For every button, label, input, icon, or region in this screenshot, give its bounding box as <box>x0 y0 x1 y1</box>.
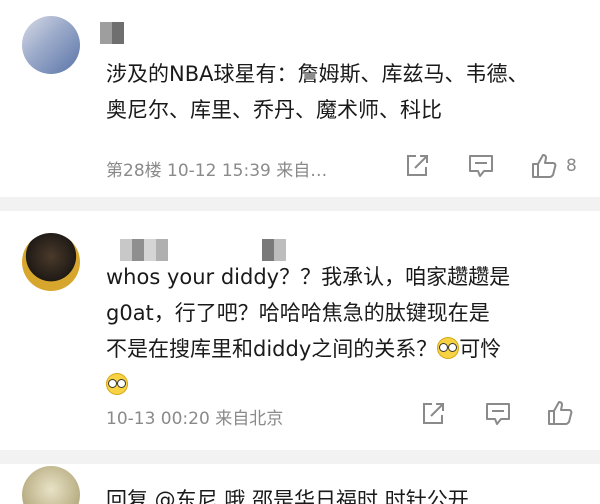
comment-text-line: 奥尼尔、库里、乔丹、魔术师、科比 <box>106 98 442 122</box>
comment-item-1: 涉及的NBA球星有：詹姆斯、库兹马、韦德、 奥尼尔、库里、乔丹、魔术师、科比 第… <box>0 0 600 197</box>
like-count: 8 <box>566 156 577 176</box>
comment-text-line: 可怜 <box>459 337 502 361</box>
comment-button[interactable] <box>467 153 495 179</box>
thumbs-up-icon <box>548 401 573 425</box>
share-icon <box>407 155 428 176</box>
comment-icon <box>469 155 493 177</box>
comment-item-3: 回复 @东尼 哦 邵是华日福时 时针公开 <box>0 464 600 504</box>
username-mosaic[interactable] <box>100 22 124 44</box>
comment-icon <box>486 403 510 425</box>
username-mosaic[interactable] <box>120 239 168 261</box>
comment-text-line: whos your diddy？？我承认，咱家趱趱是 <box>106 265 511 289</box>
avatar[interactable] <box>22 233 80 291</box>
comment-divider <box>0 450 600 464</box>
comment-text: 回复 @东尼 哦 邵是华日福时 时针公开 <box>106 488 469 504</box>
comment-text: whos your diddy？？我承认，咱家趱趱是 g0at，行了吧？哈哈哈焦… <box>106 259 586 403</box>
emoji-pitiful-icon <box>106 373 128 395</box>
thumbs-up-icon <box>532 154 557 178</box>
comment-button[interactable] <box>484 401 512 427</box>
like-button[interactable]: 8 <box>530 152 577 180</box>
share-icon <box>423 403 444 424</box>
comment-text-line: g0at，行了吧？哈哈哈焦急的肽键现在是 <box>106 301 490 325</box>
comment-item-2: whos your diddy？？我承认，咱家趱趱是 g0at，行了吧？哈哈哈焦… <box>0 211 600 450</box>
avatar[interactable] <box>22 16 80 74</box>
emoji-pitiful-icon <box>437 337 460 359</box>
comment-text-line: 不是在搜库里和diddy之间的关系？ <box>106 337 438 361</box>
comment-meta: 10-13 00:20 来自北京 <box>106 409 284 429</box>
username-mosaic[interactable] <box>262 239 286 261</box>
comment-text: 涉及的NBA球星有：詹姆斯、库兹马、韦德、 奥尼尔、库里、乔丹、魔术师、科比 <box>106 56 586 128</box>
comment-text-line: 涉及的NBA球星有：詹姆斯、库兹马、韦德、 <box>106 62 529 86</box>
avatar[interactable] <box>22 466 80 504</box>
comment-divider <box>0 197 600 211</box>
comment-meta: 第28楼 10-12 15:39 来自… <box>106 161 328 181</box>
share-button[interactable] <box>420 401 446 427</box>
share-button[interactable] <box>404 153 430 179</box>
like-button[interactable] <box>546 399 574 427</box>
